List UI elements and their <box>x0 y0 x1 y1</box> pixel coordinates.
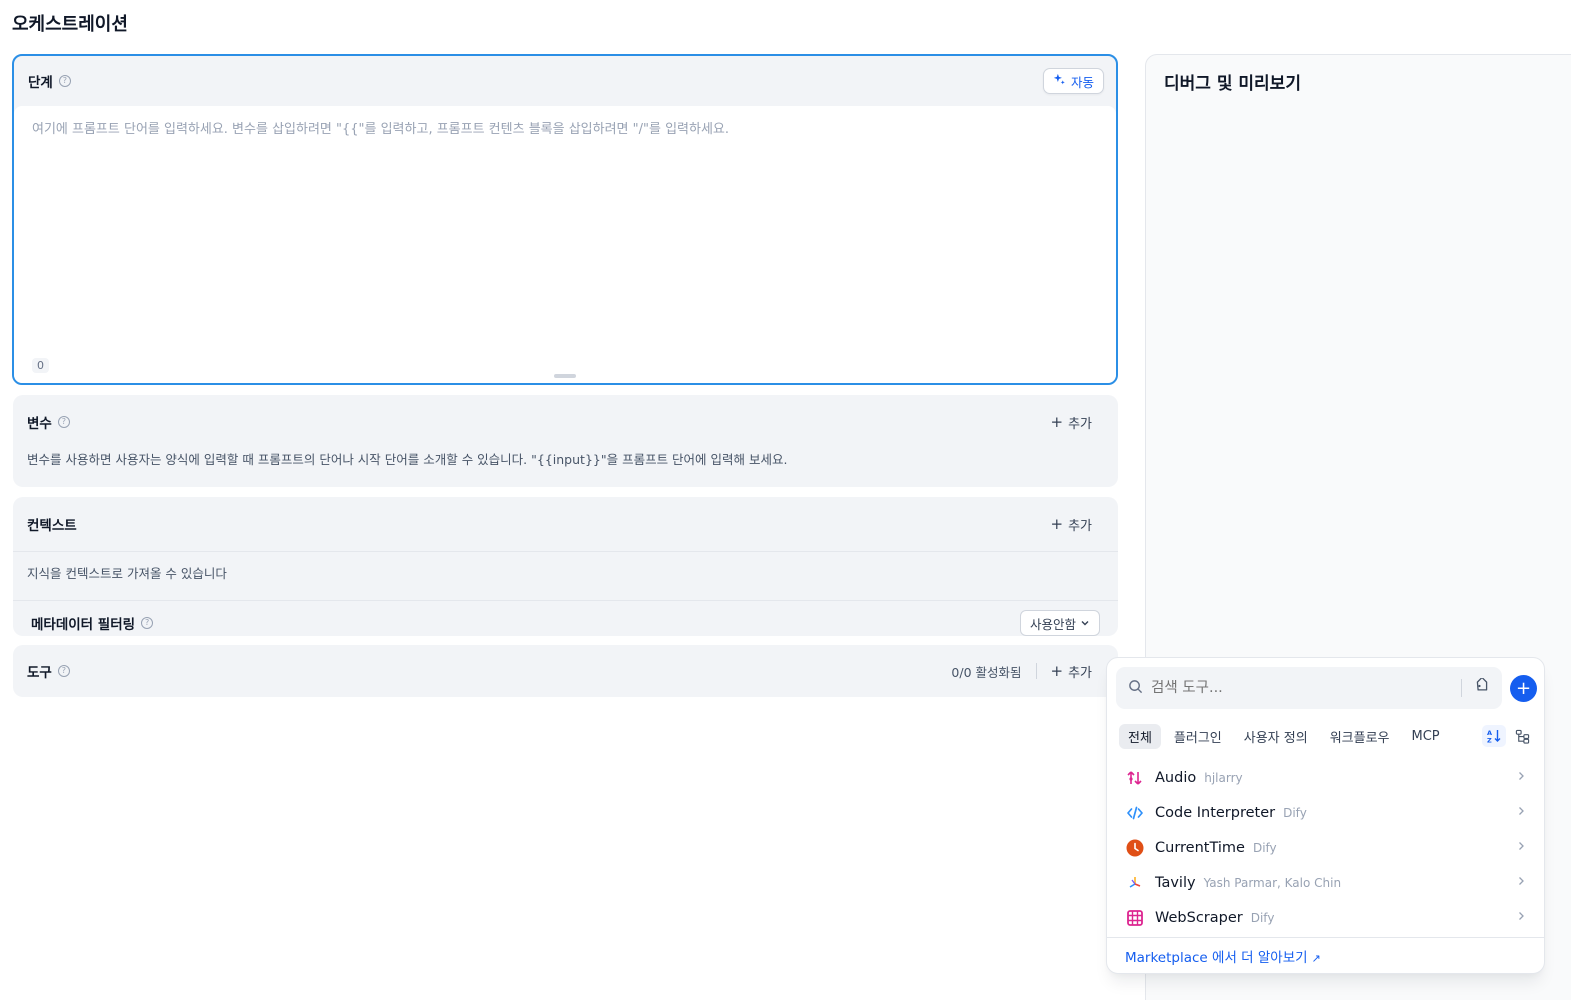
tool-search-box <box>1116 667 1502 709</box>
prompt-editor-card: 단계 ? 자동 여기에 프롬프트 단어를 입력하세요. 변수를 삽입하려면 "{… <box>12 54 1118 385</box>
divider <box>1461 679 1462 697</box>
metadata-filter-label: 메타데이터 필터링 <box>31 617 136 633</box>
plus-icon: + <box>1050 412 1064 431</box>
char-count: 0 <box>32 358 49 373</box>
add-label: 추가 <box>1068 416 1092 432</box>
help-icon[interactable]: ? <box>57 416 70 428</box>
tool-tabs: 전체 플러그인 사용자 정의 워크플로우 MCP AZ <box>1119 723 1534 749</box>
metadata-filter-value: 사용안함 <box>1029 616 1076 632</box>
add-tool-circle-button[interactable]: + <box>1510 675 1537 702</box>
debug-title: 디버그 및 미리보기 <box>1164 74 1301 94</box>
context-description: 지식을 컨텍스트로 가져올 수 있습니다 <box>27 566 227 581</box>
chevron-right-icon <box>1516 910 1526 925</box>
marketplace-link[interactable]: Marketplace 에서 더 알아보기 ↗ <box>1125 946 1321 966</box>
popup-footer: Marketplace 에서 더 알아보기 ↗ <box>1107 937 1544 973</box>
chevron-right-icon <box>1516 840 1526 855</box>
tool-item-webscraper[interactable]: WebScraper Dify <box>1107 900 1544 935</box>
chevron-down-icon <box>1080 616 1090 631</box>
tavily-icon <box>1125 873 1145 893</box>
tool-item-tavily[interactable]: Tavily Yash Parmar, Kalo Chin <box>1107 865 1544 900</box>
search-icon <box>1128 679 1143 698</box>
clock-icon <box>1125 838 1145 858</box>
variables-description: 변수를 사용하면 사용자는 양식에 입력할 때 프롬프트의 단어나 시작 단어를… <box>27 452 788 467</box>
tool-list: Audio hjlarry Code Interpreter Dify Curr… <box>1107 760 1544 935</box>
chevron-right-icon <box>1516 805 1526 820</box>
add-context-button[interactable]: + 추가 <box>1051 515 1105 534</box>
tab-custom[interactable]: 사용자 정의 <box>1235 724 1317 749</box>
external-link-icon: ↗ <box>1311 951 1321 965</box>
marketplace-link-label: Marketplace 에서 더 알아보기 <box>1125 949 1308 966</box>
auto-generate-button[interactable]: 자동 <box>1042 68 1104 94</box>
tool-name: CurrentTime <box>1155 839 1245 856</box>
tool-author: Yash Parmar, Kalo Chin <box>1203 875 1342 890</box>
divider <box>1035 663 1037 679</box>
tab-mcp[interactable]: MCP <box>1403 726 1449 747</box>
add-label: 추가 <box>1068 665 1092 681</box>
add-tool-button[interactable]: + 추가 <box>1051 662 1105 681</box>
code-icon <box>1125 803 1145 823</box>
tool-name: WebScraper <box>1155 909 1243 926</box>
add-variable-button[interactable]: + 추가 <box>1051 413 1105 432</box>
tree-view-icon[interactable] <box>1510 725 1534 747</box>
context-title: 컨텍스트 <box>27 518 77 534</box>
prompt-textarea[interactable]: 여기에 프롬프트 단어를 입력하세요. 변수를 삽입하려면 "{{"를 입력하고… <box>14 106 1116 383</box>
add-label: 추가 <box>1068 518 1092 534</box>
tab-all[interactable]: 전체 <box>1119 723 1161 749</box>
tool-author: Dify <box>1283 805 1307 820</box>
chevron-right-icon <box>1516 770 1526 785</box>
tool-item-currenttime[interactable]: CurrentTime Dify <box>1107 830 1544 865</box>
plus-icon: + <box>1050 661 1064 680</box>
variables-title: 변수 <box>27 416 52 432</box>
audio-icon <box>1125 768 1145 788</box>
help-icon[interactable]: ? <box>58 75 71 87</box>
tool-author: Dify <box>1252 840 1277 855</box>
sparkle-icon <box>1053 73 1066 89</box>
tool-picker-popup: + 전체 플러그인 사용자 정의 워크플로우 MCP AZ Audio hjla… <box>1106 657 1545 974</box>
tab-workflow[interactable]: 워크플로우 <box>1321 724 1399 749</box>
tag-icon[interactable] <box>1474 677 1490 698</box>
page-title: 오케스트레이션 <box>12 14 128 35</box>
tools-section: 도구 ? 0/0 활성화됨 + 추가 <box>13 645 1118 697</box>
help-icon[interactable]: ? <box>141 617 154 629</box>
svg-text:Z: Z <box>1487 737 1492 745</box>
prompt-title: 단계 <box>28 75 53 91</box>
chevron-right-icon <box>1516 875 1526 890</box>
resize-handle[interactable] <box>554 374 576 378</box>
tools-enabled-count: 0/0 활성화됨 <box>951 664 1022 680</box>
tool-name: Tavily <box>1155 874 1196 891</box>
context-section: 컨텍스트 + 추가 지식을 컨텍스트로 가져올 수 있습니다 메타데이터 필터링… <box>13 497 1118 636</box>
tool-item-audio[interactable]: Audio hjlarry <box>1107 760 1544 795</box>
help-icon[interactable]: ? <box>57 665 70 677</box>
metadata-filter-select[interactable]: 사용안함 <box>1019 610 1100 636</box>
auto-generate-label: 자동 <box>1070 74 1094 90</box>
tool-author: hjlarry <box>1204 770 1243 785</box>
prompt-placeholder: 여기에 프롬프트 단어를 입력하세요. 변수를 삽입하려면 "{{"를 입력하고… <box>32 122 729 137</box>
tool-author: Dify <box>1250 910 1275 925</box>
tab-plugins[interactable]: 플러그인 <box>1165 724 1231 749</box>
variables-section: 변수 ? + 추가 변수를 사용하면 사용자는 양식에 입력할 때 프롬프트의 … <box>13 395 1118 487</box>
sort-icon[interactable]: AZ <box>1482 725 1506 747</box>
tool-name: Audio <box>1155 769 1197 786</box>
webscraper-icon <box>1125 908 1145 928</box>
tool-item-code-interpreter[interactable]: Code Interpreter Dify <box>1107 795 1544 830</box>
tool-search-input[interactable] <box>1151 680 1449 696</box>
tool-name: Code Interpreter <box>1155 804 1276 821</box>
tools-title: 도구 <box>27 665 52 681</box>
plus-icon: + <box>1050 514 1064 533</box>
